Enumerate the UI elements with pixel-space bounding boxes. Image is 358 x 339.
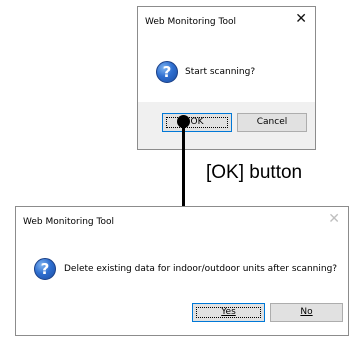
dialog-body: ? Delete existing data for indoor/outdoo… [16,237,348,297]
no-button-label: No [300,307,313,317]
dialog-titlebar: Web Monitoring Tool ✕ [138,7,315,37]
yes-button[interactable]: Yes [192,303,265,322]
arrow-shaft [182,126,185,217]
dialog-title: Web Monitoring Tool [145,17,236,27]
dialog-body: ? Start scanning? [138,37,315,103]
cancel-button[interactable]: Cancel [237,113,307,132]
no-button[interactable]: No [270,303,343,322]
dialog-start-scanning: Web Monitoring Tool ✕ ? Start scanning? … [137,6,316,150]
cancel-button-label: Cancel [256,117,288,127]
question-icon: ? [156,61,178,83]
annotation-label: [OK] button [206,162,303,183]
close-icon[interactable]: ✕ [295,12,307,26]
yes-button-label: Yes [221,307,236,317]
dialog-footer: OK Cancel [138,102,315,149]
question-icon: ? [34,258,56,280]
close-icon[interactable]: ✕ [328,212,340,226]
dialog-titlebar: Web Monitoring Tool ✕ [16,207,348,237]
dialog-delete-data: Web Monitoring Tool ✕ ? Delete existing … [15,206,349,336]
dialog-message: Delete existing data for indoor/outdoor … [64,264,338,274]
dialog-footer: Yes No [16,295,348,335]
ok-button-label: OK [190,117,204,127]
ok-button[interactable]: OK [162,113,232,132]
dialog-message: Start scanning? [185,67,256,77]
dialog-title: Web Monitoring Tool [23,217,114,227]
